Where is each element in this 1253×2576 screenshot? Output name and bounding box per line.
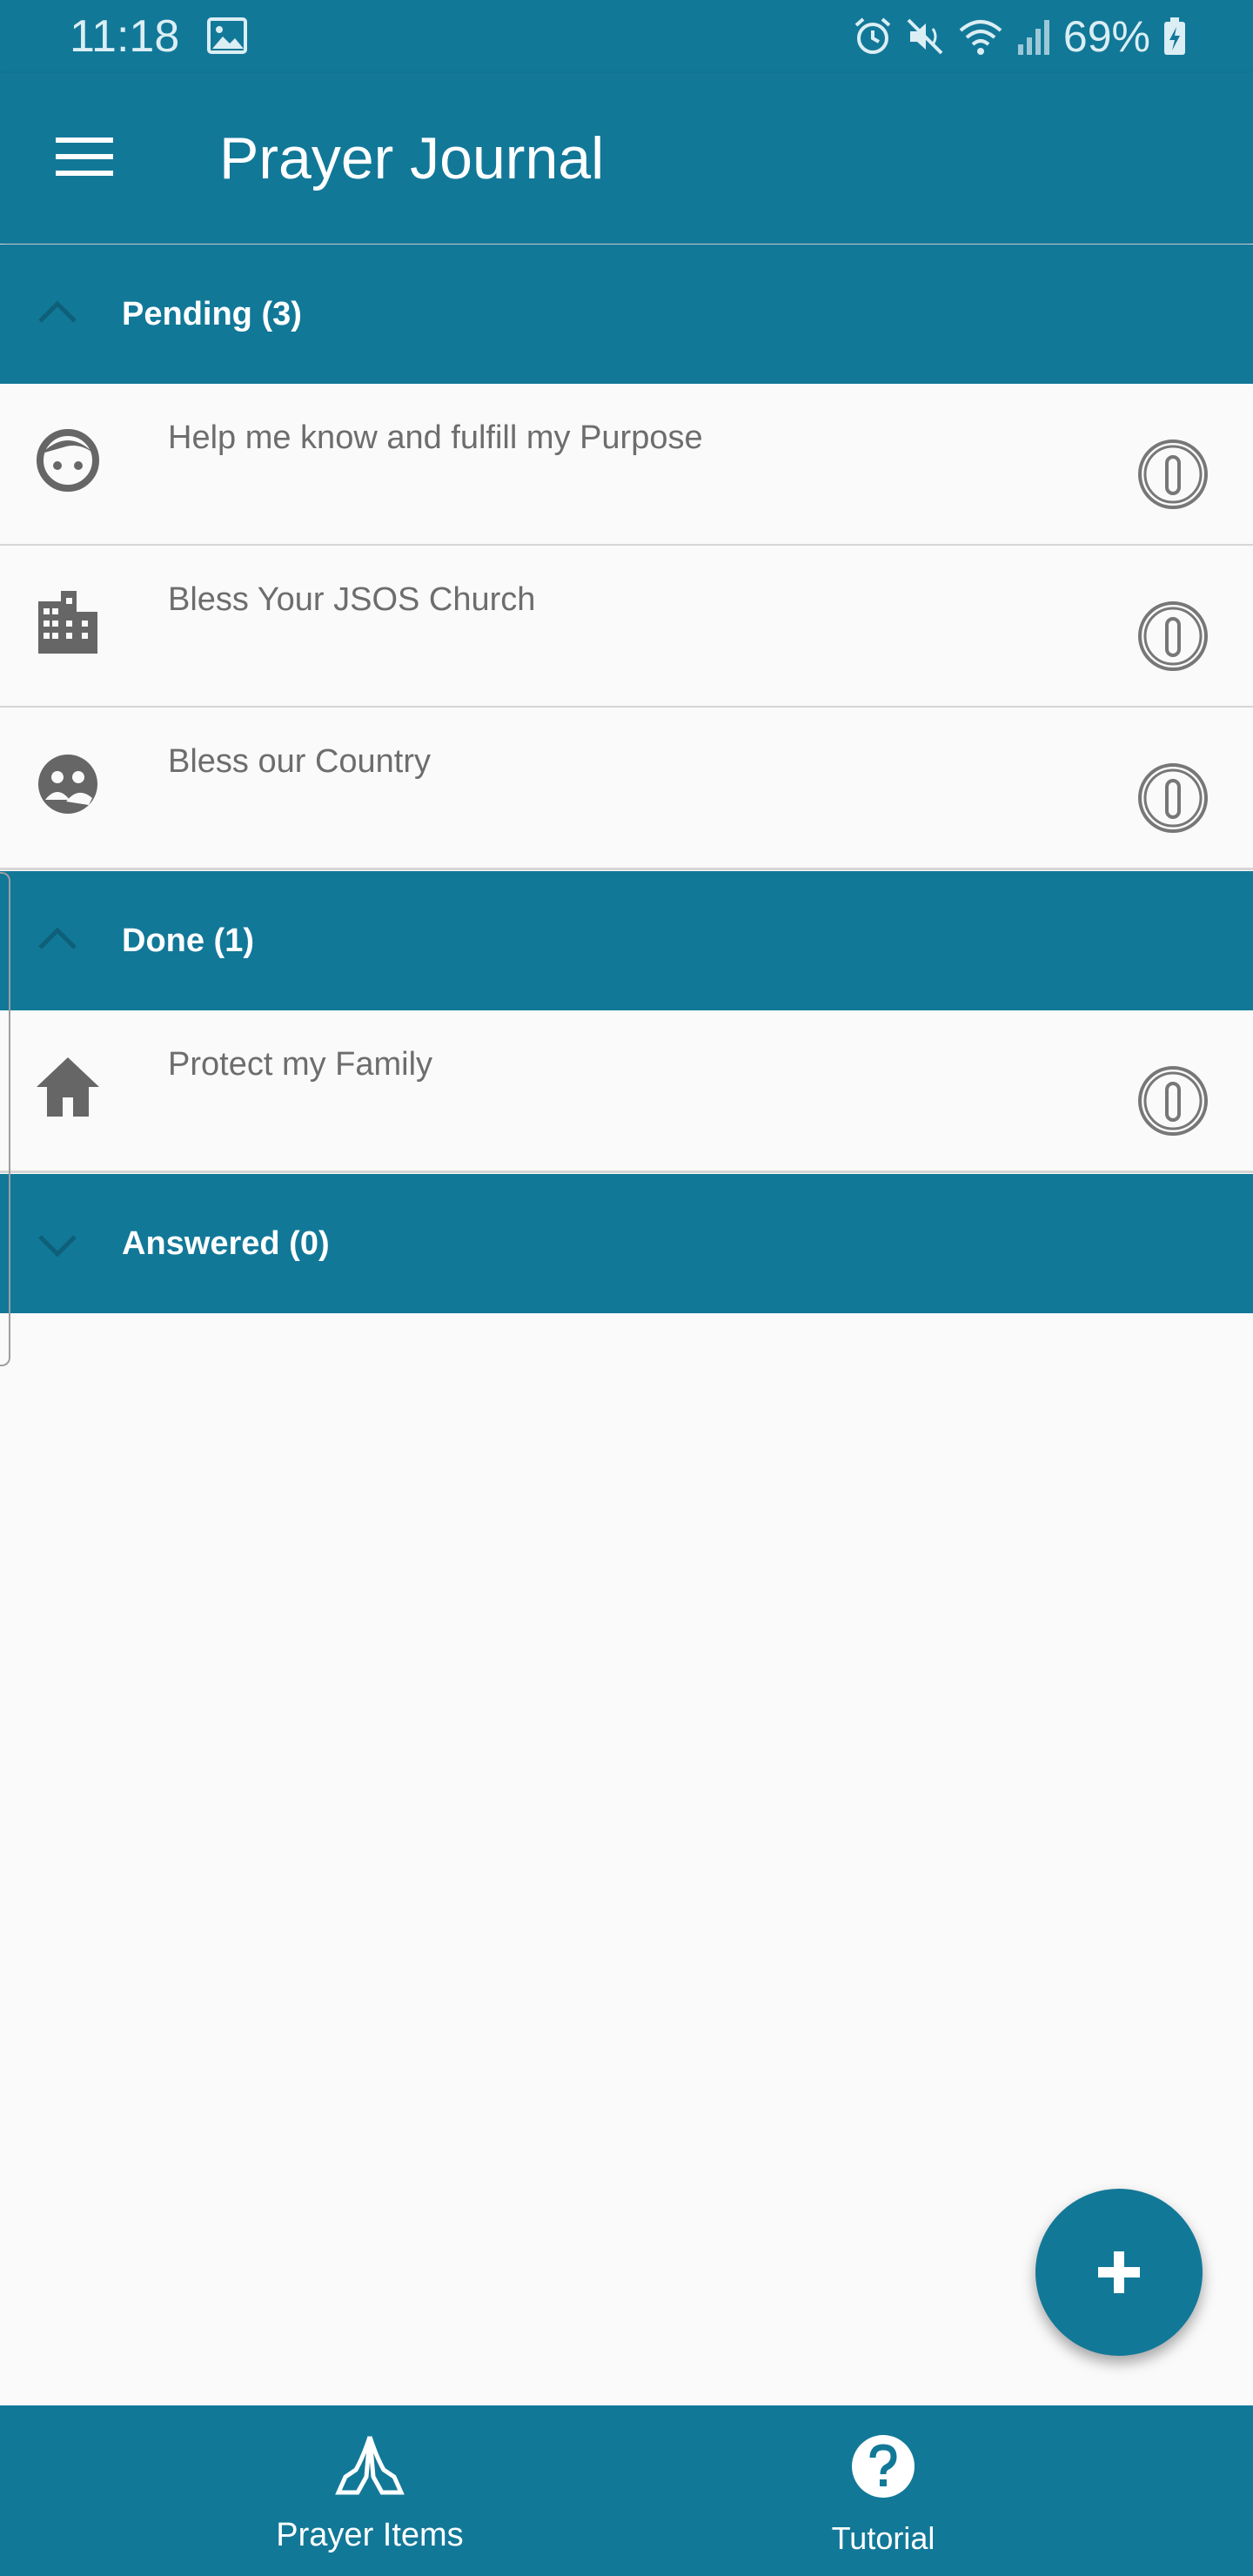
section-title-pending: Pending (3): [122, 296, 302, 332]
photo-icon: [207, 17, 247, 54]
nav-label: Tutorial: [831, 2520, 935, 2556]
info-icon[interactable]: [1136, 761, 1209, 835]
chevron-up-icon: [38, 927, 77, 949]
page-title: Prayer Journal: [219, 125, 605, 191]
list-item-text: Bless Your JSOS Church: [168, 581, 536, 618]
edge-panel-handle[interactable]: [0, 872, 10, 1366]
bottom-nav: Prayer Items Tutorial: [0, 2405, 1253, 2576]
list-item-text: Help me know and fulfill my Purpose: [168, 419, 703, 456]
info-icon[interactable]: [1136, 438, 1209, 511]
alarm-icon: [854, 17, 891, 54]
menu-icon[interactable]: [45, 125, 124, 188]
list-item[interactable]: Bless our Country: [0, 708, 1253, 870]
section-header-done[interactable]: Done (1): [0, 871, 1253, 1010]
status-time: 11:18: [70, 11, 180, 62]
help-icon: [852, 2435, 915, 2498]
section-header-pending[interactable]: Pending (3): [0, 245, 1253, 384]
status-icons: 69%: [853, 9, 1187, 64]
battery-level: 69%: [1062, 12, 1150, 61]
status-bar: 11:18 69%: [0, 0, 1253, 73]
section-header-answered[interactable]: Answered (0): [0, 1174, 1253, 1313]
mute-icon: [907, 18, 943, 55]
add-prayer-button[interactable]: [1035, 2189, 1203, 2356]
list-item[interactable]: Protect my Family: [0, 1010, 1253, 1173]
plus-icon: [1098, 2251, 1140, 2293]
battery-charging-icon: [1164, 17, 1185, 55]
building-icon: [38, 591, 97, 654]
info-icon[interactable]: [1136, 600, 1209, 673]
globe-people-icon: [38, 755, 97, 814]
nav-prayer-items[interactable]: Prayer Items: [235, 2405, 505, 2576]
chevron-down-icon: [38, 1235, 77, 1258]
praying-hands-icon: [335, 2436, 405, 2495]
section-title-answered: Answered (0): [122, 1225, 330, 1262]
list-item[interactable]: Bless Your JSOS Church: [0, 546, 1253, 708]
list-item-text: Bless our Country: [168, 743, 432, 780]
chevron-up-icon: [38, 300, 77, 323]
face-icon: [37, 429, 99, 492]
info-icon[interactable]: [1136, 1064, 1209, 1137]
home-icon: [37, 1057, 99, 1117]
app-bar: Prayer Journal: [0, 73, 1253, 244]
wifi-icon: [959, 20, 1002, 55]
list-item-text: Protect my Family: [168, 1046, 433, 1083]
signal-icon: [1017, 20, 1049, 55]
nav-tutorial[interactable]: Tutorial: [783, 2405, 983, 2576]
section-title-done: Done (1): [122, 922, 254, 959]
nav-label: Prayer Items: [276, 2517, 464, 2553]
list-item[interactable]: Help me know and fulfill my Purpose: [0, 384, 1253, 547]
